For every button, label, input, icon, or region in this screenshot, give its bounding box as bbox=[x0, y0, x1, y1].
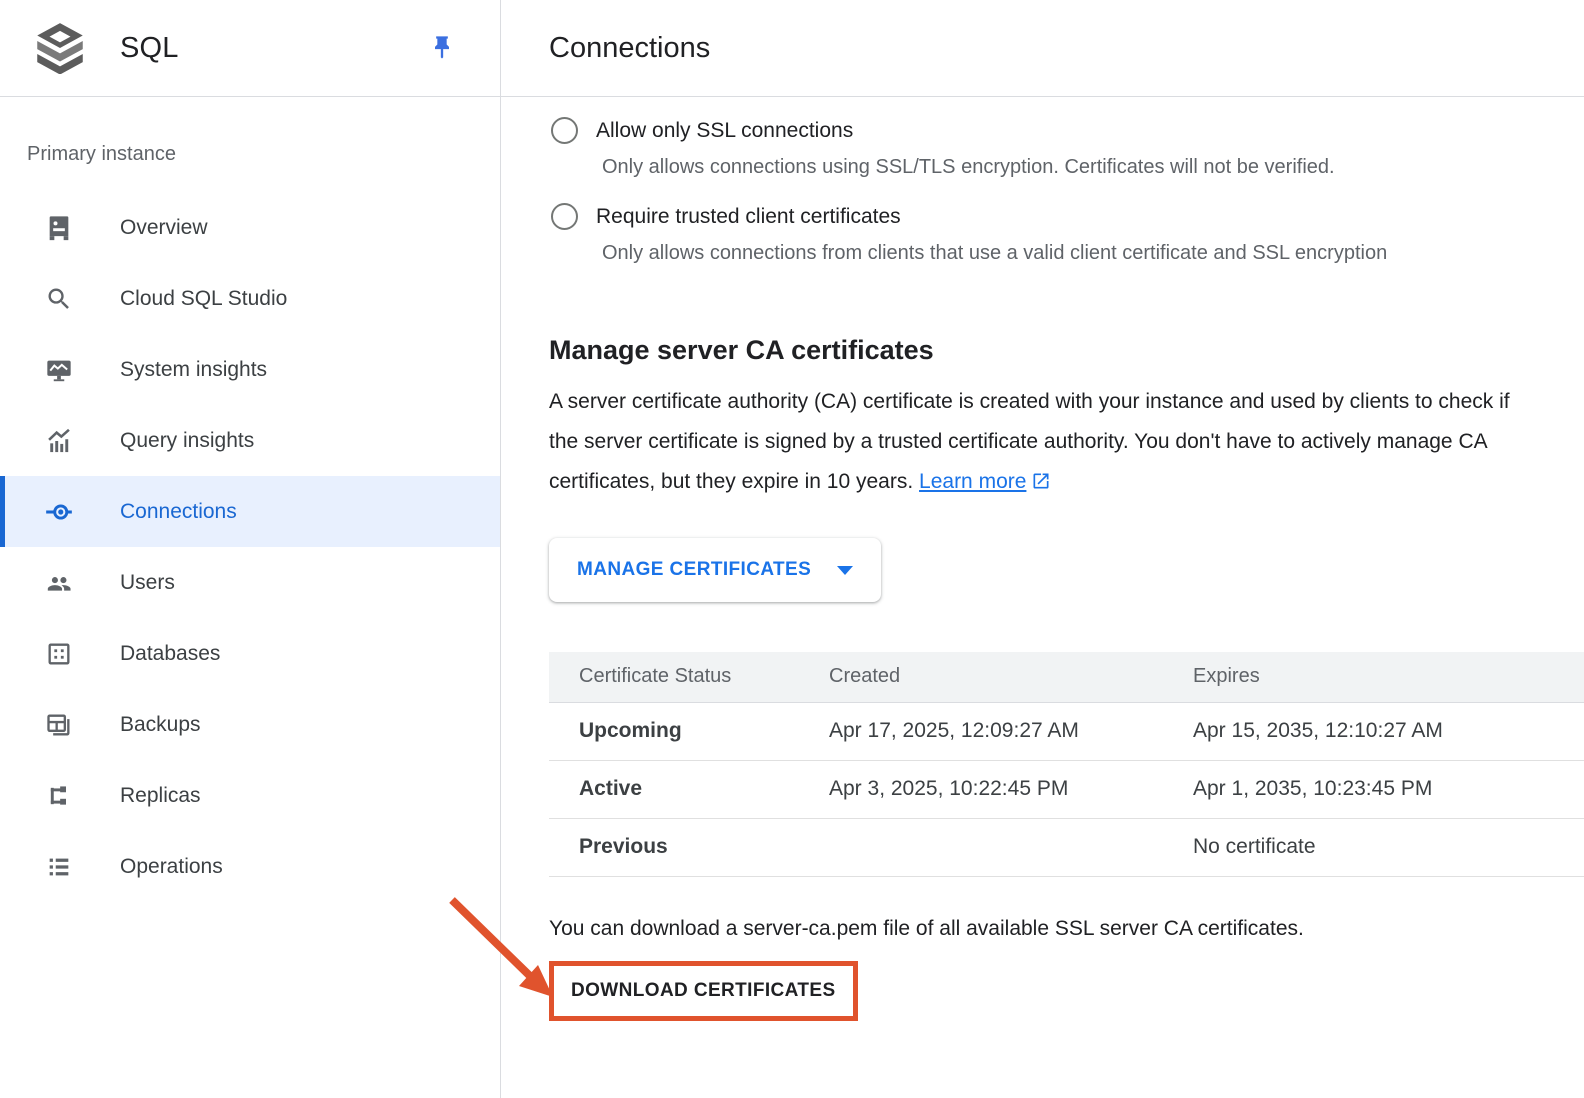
sidebar-nav: Overview Cloud SQL Studio bbox=[0, 192, 500, 902]
sidebar-item-label: System insights bbox=[120, 358, 267, 382]
sidebar-item-replicas[interactable]: Replicas bbox=[0, 760, 500, 831]
search-icon bbox=[44, 284, 74, 314]
sidebar-item-label: Databases bbox=[120, 642, 220, 666]
manage-certificates-button[interactable]: MANAGE CERTIFICATES bbox=[549, 538, 881, 602]
download-certificates-button[interactable]: DOWNLOAD CERTIFICATES bbox=[554, 966, 853, 1016]
radio-button-icon[interactable] bbox=[551, 203, 578, 230]
certificates-table: Certificate Status Created Expires Upcom… bbox=[549, 652, 1584, 877]
sidebar: SQL Primary instance Overview bbox=[0, 0, 501, 1098]
pin-icon[interactable] bbox=[428, 32, 456, 64]
column-header-expires: Expires bbox=[1193, 652, 1584, 702]
page-header: Connections bbox=[501, 0, 1584, 97]
radio-require-trusted-certs[interactable]: Require trusted client certificates bbox=[549, 203, 1584, 230]
page-title: Connections bbox=[549, 32, 710, 65]
sidebar-item-query-insights[interactable]: Query insights bbox=[0, 405, 500, 476]
sidebar-item-label: Overview bbox=[120, 216, 208, 240]
sidebar-item-label: Replicas bbox=[120, 784, 201, 808]
cert-created: Apr 17, 2025, 12:09:27 AM bbox=[829, 702, 1193, 760]
column-header-status: Certificate Status bbox=[549, 652, 829, 702]
cert-expires: Apr 1, 2035, 10:23:45 PM bbox=[1193, 760, 1584, 818]
backups-icon bbox=[44, 710, 74, 740]
learn-more-label: Learn more bbox=[919, 470, 1026, 493]
users-icon bbox=[44, 568, 74, 598]
sidebar-item-operations[interactable]: Operations bbox=[0, 831, 500, 902]
cert-expires: No certificate bbox=[1193, 818, 1584, 876]
column-header-created: Created bbox=[829, 652, 1193, 702]
ssl-options-group: Allow only SSL connections Only allows c… bbox=[549, 117, 1584, 265]
radio-description: Only allows connections from clients tha… bbox=[602, 242, 1584, 265]
learn-more-link[interactable]: Learn more bbox=[919, 470, 1051, 493]
system-insights-icon bbox=[44, 355, 74, 385]
radio-button-icon[interactable] bbox=[551, 117, 578, 144]
sidebar-section-label: Primary instance bbox=[27, 143, 500, 166]
databases-icon bbox=[44, 639, 74, 669]
radio-description: Only allows connections using SSL/TLS en… bbox=[602, 156, 1584, 179]
connections-icon bbox=[44, 497, 74, 527]
replicas-icon bbox=[44, 781, 74, 811]
sidebar-item-databases[interactable]: Databases bbox=[0, 618, 500, 689]
manage-ca-description: A server certificate authority (CA) cert… bbox=[549, 382, 1539, 502]
sidebar-item-label: Users bbox=[120, 571, 175, 595]
manage-certificates-label: MANAGE CERTIFICATES bbox=[577, 559, 811, 581]
cert-status: Previous bbox=[549, 818, 829, 876]
sidebar-item-overview[interactable]: Overview bbox=[0, 192, 500, 263]
sidebar-item-system-insights[interactable]: System insights bbox=[0, 334, 500, 405]
annotation-highlight-box: DOWNLOAD CERTIFICATES bbox=[549, 961, 858, 1021]
cert-status: Upcoming bbox=[549, 702, 829, 760]
cloud-sql-connections-page: SQL Primary instance Overview bbox=[0, 0, 1584, 1098]
sidebar-item-label: Backups bbox=[120, 713, 201, 737]
table-row: Active Apr 3, 2025, 10:22:45 PM Apr 1, 2… bbox=[549, 760, 1584, 818]
sidebar-item-label: Connections bbox=[120, 500, 237, 524]
chevron-down-icon bbox=[837, 566, 853, 575]
app-title: SQL bbox=[120, 32, 179, 65]
sidebar-header: SQL bbox=[0, 0, 500, 97]
instance-overview-icon bbox=[44, 213, 74, 243]
radio-allow-only-ssl[interactable]: Allow only SSL connections bbox=[549, 117, 1584, 144]
table-row: Upcoming Apr 17, 2025, 12:09:27 AM Apr 1… bbox=[549, 702, 1584, 760]
main-content: Connections Allow only SSL connections O… bbox=[501, 0, 1584, 1098]
sidebar-item-users[interactable]: Users bbox=[0, 547, 500, 618]
cert-status: Active bbox=[549, 760, 829, 818]
sidebar-item-cloud-sql-studio[interactable]: Cloud SQL Studio bbox=[0, 263, 500, 334]
cloud-sql-logo-icon bbox=[34, 22, 86, 74]
radio-label[interactable]: Require trusted client certificates bbox=[596, 205, 901, 229]
manage-ca-heading: Manage server CA certificates bbox=[549, 335, 1584, 366]
sidebar-item-label: Cloud SQL Studio bbox=[120, 287, 287, 311]
sidebar-item-label: Query insights bbox=[120, 429, 254, 453]
table-row: Previous No certificate bbox=[549, 818, 1584, 876]
external-link-icon bbox=[1031, 471, 1051, 491]
table-header-row: Certificate Status Created Expires bbox=[549, 652, 1584, 702]
operations-icon bbox=[44, 852, 74, 882]
download-note: You can download a server-ca.pem file of… bbox=[549, 917, 1584, 941]
cert-created bbox=[829, 818, 1193, 876]
sidebar-item-backups[interactable]: Backups bbox=[0, 689, 500, 760]
radio-label[interactable]: Allow only SSL connections bbox=[596, 119, 853, 143]
sidebar-item-label: Operations bbox=[120, 855, 223, 879]
cert-expires: Apr 15, 2035, 12:10:27 AM bbox=[1193, 702, 1584, 760]
cert-created: Apr 3, 2025, 10:22:45 PM bbox=[829, 760, 1193, 818]
sidebar-item-connections[interactable]: Connections bbox=[0, 476, 500, 547]
query-insights-icon bbox=[44, 426, 74, 456]
